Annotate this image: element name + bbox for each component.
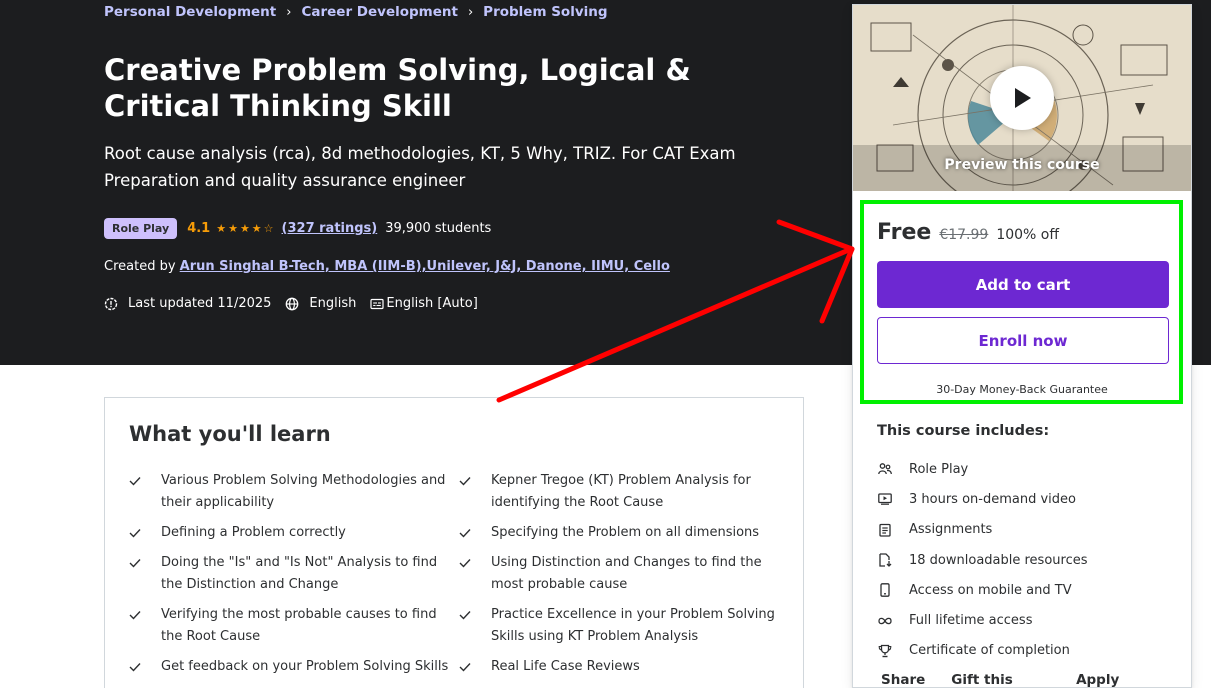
- learn-item: Verifying the most probable causes to fi…: [129, 604, 459, 656]
- course-title: Creative Problem Solving, Logical & Crit…: [104, 53, 691, 123]
- includes-list: Role Play 3 hours on-demand video Assign…: [877, 454, 1088, 666]
- learn-item: Specifying the Problem on all dimensions: [459, 522, 789, 552]
- learn-item: Get feedback on your Problem Solving Ski…: [129, 656, 459, 686]
- check-icon: [459, 470, 473, 492]
- ratings-count-link[interactable]: (327 ratings): [282, 221, 378, 236]
- chevron-right-icon: ›: [286, 4, 292, 20]
- rating-row: Role Play 4.1 ★★★★☆ (327 ratings) 39,900…: [104, 218, 491, 239]
- course-captions: English [Auto]: [386, 296, 478, 311]
- learn-list: Various Problem Solving Methodologies an…: [129, 470, 789, 686]
- course-preview[interactable]: Preview this course: [853, 5, 1191, 191]
- list-item: Access on mobile and TV: [877, 575, 1088, 605]
- list-item: 3 hours on-demand video: [877, 484, 1088, 514]
- learn-row: Verifying the most probable causes to fi…: [129, 604, 789, 656]
- learn-row: Various Problem Solving Methodologies an…: [129, 470, 789, 522]
- play-button[interactable]: [990, 66, 1054, 130]
- learn-item: Real Life Case Reviews: [459, 656, 789, 686]
- breadcrumb-item-personal-development[interactable]: Personal Development: [104, 4, 276, 20]
- learn-item: Kepner Tregoe (KT) Problem Analysis for …: [459, 470, 789, 522]
- learn-item: Practice Excellence in your Problem Solv…: [459, 604, 789, 656]
- role-play-icon: [877, 461, 893, 477]
- list-item: Assignments: [877, 515, 1088, 545]
- check-icon: [459, 522, 473, 544]
- breadcrumb-item-career-development[interactable]: Career Development: [301, 4, 458, 20]
- trophy-icon: [877, 643, 893, 659]
- list-item: 18 downloadable resources: [877, 545, 1088, 575]
- created-by-label: Created by: [104, 259, 176, 274]
- gift-course-button[interactable]: Gift this course: [951, 672, 1050, 688]
- chevron-right-icon: ›: [467, 4, 474, 20]
- assignment-icon: [877, 522, 893, 538]
- learn-item: Doing the "Is" and "Is Not" Analysis to …: [129, 552, 459, 604]
- check-icon: [459, 656, 473, 678]
- learn-row: Get feedback on your Problem Solving Ski…: [129, 656, 789, 686]
- created-by: Created by Arun Singhal B-Tech, MBA (IIM…: [104, 259, 670, 274]
- rating-score: 4.1: [187, 221, 211, 236]
- learn-item: Various Problem Solving Methodologies an…: [129, 470, 459, 522]
- course-subtitle: Root cause analysis (rca), 8d methodolog…: [104, 144, 736, 190]
- role-play-badge: Role Play: [104, 218, 178, 239]
- includes-title: This course includes:: [877, 423, 1050, 439]
- download-file-icon: [877, 552, 893, 568]
- check-icon: [459, 552, 473, 574]
- breadcrumb-item-problem-solving[interactable]: Problem Solving: [483, 4, 607, 20]
- alert-badge-icon: [104, 297, 118, 311]
- list-item: Certificate of completion: [877, 636, 1088, 666]
- mobile-icon: [877, 582, 893, 598]
- check-icon: [459, 604, 473, 626]
- list-item: Full lifetime access: [877, 605, 1088, 635]
- infinity-icon: [877, 613, 893, 629]
- learn-item: Defining a Problem correctly: [129, 522, 459, 552]
- what-youll-learn-title: What you'll learn: [129, 422, 331, 446]
- card-links: Share Gift this course Apply Coupon: [881, 672, 1191, 688]
- instructor-link[interactable]: Arun Singhal B-Tech, MBA (IIM-B),Unileve…: [180, 259, 670, 274]
- breadcrumb: Personal Development › Career Developmen…: [104, 4, 608, 20]
- video-icon: [877, 491, 893, 507]
- check-icon: [129, 604, 143, 626]
- globe-icon: [285, 297, 299, 311]
- learn-item: Using Distinction and Changes to find th…: [459, 552, 789, 604]
- course-language: English: [309, 296, 357, 311]
- check-icon: [129, 522, 143, 544]
- what-youll-learn-box: What you'll learn Various Problem Solvin…: [104, 397, 804, 688]
- students-count: 39,900 students: [385, 221, 492, 236]
- share-button[interactable]: Share: [881, 672, 925, 688]
- check-icon: [129, 470, 143, 492]
- play-icon: [1015, 88, 1031, 108]
- preview-course-label[interactable]: Preview this course: [853, 157, 1191, 173]
- purchase-sidebar: Preview this course Free €17.99 100% off…: [852, 4, 1192, 688]
- star-rating-icon: ★★★★☆: [216, 222, 276, 235]
- last-updated: Last updated 11/2025: [128, 296, 272, 311]
- check-icon: [129, 656, 143, 678]
- list-item: Role Play: [877, 454, 1088, 484]
- course-meta: Last updated 11/2025 English English [Au…: [104, 296, 478, 311]
- check-icon: [129, 552, 143, 574]
- apply-coupon-button[interactable]: Apply Coupon: [1076, 672, 1165, 688]
- closed-caption-icon: [370, 297, 384, 311]
- highlight-box-annotation: [860, 200, 1183, 404]
- learn-row: Defining a Problem correctly Specifying …: [129, 522, 789, 552]
- learn-row: Doing the "Is" and "Is Not" Analysis to …: [129, 552, 789, 604]
